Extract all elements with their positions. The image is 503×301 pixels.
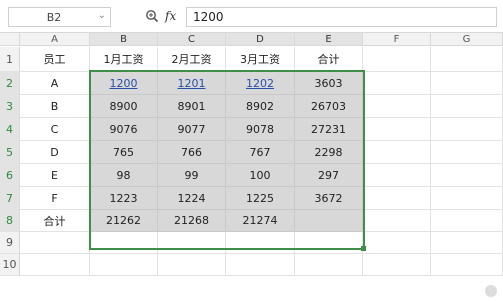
cell-a4[interactable]: C xyxy=(20,118,90,141)
row-header-3[interactable]: 3 xyxy=(0,95,20,118)
cell-g1[interactable] xyxy=(431,47,503,72)
row-header-9[interactable]: 9 xyxy=(0,232,20,254)
cell-b2[interactable]: 1200 xyxy=(90,72,158,95)
cell-b8[interactable]: 21262 xyxy=(90,210,158,232)
cell-a5[interactable]: D xyxy=(20,141,90,164)
cell-d7[interactable]: 1225 xyxy=(226,187,295,210)
cell-g2[interactable] xyxy=(431,72,503,95)
row-header-5[interactable]: 5 xyxy=(0,141,20,164)
cell-e8[interactable] xyxy=(295,210,363,232)
formula-toolbar: B2 ⌄ fx 1200 xyxy=(0,0,503,33)
cell-f7[interactable] xyxy=(363,187,431,210)
cell-a9[interactable] xyxy=(20,232,90,254)
cell-d4[interactable]: 9078 xyxy=(226,118,295,141)
cell-b7[interactable]: 1223 xyxy=(90,187,158,210)
cell-a8[interactable]: 合计 xyxy=(20,210,90,232)
cell-c1[interactable]: 2月工资 xyxy=(158,47,226,72)
cell-f4[interactable] xyxy=(363,118,431,141)
row-header-8[interactable]: 8 xyxy=(0,210,20,232)
cell-e5[interactable]: 2298 xyxy=(295,141,363,164)
cell-c3[interactable]: 8901 xyxy=(158,95,226,118)
row-header-4[interactable]: 4 xyxy=(0,118,20,141)
cell-a10[interactable] xyxy=(20,254,90,276)
cell-c2[interactable]: 1201 xyxy=(158,72,226,95)
cell-b4[interactable]: 9076 xyxy=(90,118,158,141)
fill-handle[interactable] xyxy=(361,246,366,251)
column-header-e[interactable]: E xyxy=(295,33,363,46)
column-header-a[interactable]: A xyxy=(20,33,90,46)
row-header-7[interactable]: 7 xyxy=(0,187,20,210)
cell-d6[interactable]: 100 xyxy=(226,164,295,187)
cell-b9[interactable] xyxy=(90,232,158,254)
cell-a3[interactable]: B xyxy=(20,95,90,118)
cell-e10[interactable] xyxy=(295,254,363,276)
zoom-icon[interactable] xyxy=(145,8,159,27)
cell-d2[interactable]: 1202 xyxy=(226,72,295,95)
cell-d5[interactable]: 767 xyxy=(226,141,295,164)
row-header-2[interactable]: 2 xyxy=(0,72,20,95)
cell-a2[interactable]: A xyxy=(20,72,90,95)
name-box[interactable]: B2 ⌄ xyxy=(8,7,111,27)
cell-f8[interactable] xyxy=(363,210,431,232)
formula-value: 1200 xyxy=(193,10,224,24)
cell-b6[interactable]: 98 xyxy=(90,164,158,187)
cell-f2[interactable] xyxy=(363,72,431,95)
row-header-10[interactable]: 10 xyxy=(0,254,20,276)
cell-f3[interactable] xyxy=(363,95,431,118)
cell-e3[interactable]: 26703 xyxy=(295,95,363,118)
cell-g7[interactable] xyxy=(431,187,503,210)
cell-g3[interactable] xyxy=(431,95,503,118)
cell-e4[interactable]: 27231 xyxy=(295,118,363,141)
cell-d9[interactable] xyxy=(226,232,295,254)
cell-e2[interactable]: 3603 xyxy=(295,72,363,95)
select-all-corner[interactable] xyxy=(0,33,20,46)
watermark xyxy=(485,285,497,297)
cell-f1[interactable] xyxy=(363,47,431,72)
cell-f10[interactable] xyxy=(363,254,431,276)
fx-icon[interactable]: fx xyxy=(165,9,176,23)
column-header-c[interactable]: C xyxy=(158,33,226,46)
cell-e9[interactable] xyxy=(295,232,363,254)
column-header-f[interactable]: F xyxy=(363,33,431,46)
cell-f5[interactable] xyxy=(363,141,431,164)
cell-d8[interactable]: 21274 xyxy=(226,210,295,232)
cell-f9[interactable] xyxy=(363,232,431,254)
row-header-6[interactable]: 6 xyxy=(0,164,20,187)
cell-g4[interactable] xyxy=(431,118,503,141)
cell-b3[interactable]: 8900 xyxy=(90,95,158,118)
column-header-d[interactable]: D xyxy=(226,33,295,46)
cell-c9[interactable] xyxy=(158,232,226,254)
cell-b5[interactable]: 765 xyxy=(90,141,158,164)
cell-c8[interactable]: 21268 xyxy=(158,210,226,232)
cell-a6[interactable]: E xyxy=(20,164,90,187)
row-header-1[interactable]: 1 xyxy=(0,47,20,72)
cell-e1[interactable]: 合计 xyxy=(295,47,363,72)
cell-g8[interactable] xyxy=(431,210,503,232)
cell-c6[interactable]: 99 xyxy=(158,164,226,187)
cell-g10[interactable] xyxy=(431,254,503,276)
cell-g5[interactable] xyxy=(431,141,503,164)
name-box-value: B2 xyxy=(46,11,62,24)
cell-c4[interactable]: 9077 xyxy=(158,118,226,141)
cell-a7[interactable]: F xyxy=(20,187,90,210)
formula-bar[interactable]: 1200 xyxy=(186,7,497,27)
cell-g9[interactable] xyxy=(431,232,503,254)
cell-g6[interactable] xyxy=(431,164,503,187)
cell-a1[interactable]: 员工 xyxy=(20,47,90,72)
cell-e6[interactable]: 297 xyxy=(295,164,363,187)
cell-c7[interactable]: 1224 xyxy=(158,187,226,210)
cell-e7[interactable]: 3672 xyxy=(295,187,363,210)
cell-c10[interactable] xyxy=(158,254,226,276)
cell-c5[interactable]: 766 xyxy=(158,141,226,164)
cell-d1[interactable]: 3月工资 xyxy=(226,47,295,72)
column-header-b[interactable]: B xyxy=(90,33,158,46)
cell-d10[interactable] xyxy=(226,254,295,276)
chevron-down-icon[interactable]: ⌄ xyxy=(98,10,106,21)
watermark-logo-icon xyxy=(485,285,497,297)
cell-d3[interactable]: 8902 xyxy=(226,95,295,118)
cell-f6[interactable] xyxy=(363,164,431,187)
column-header-g[interactable]: G xyxy=(431,33,503,46)
cell-b1[interactable]: 1月工资 xyxy=(90,47,158,72)
cell-b10[interactable] xyxy=(90,254,158,276)
